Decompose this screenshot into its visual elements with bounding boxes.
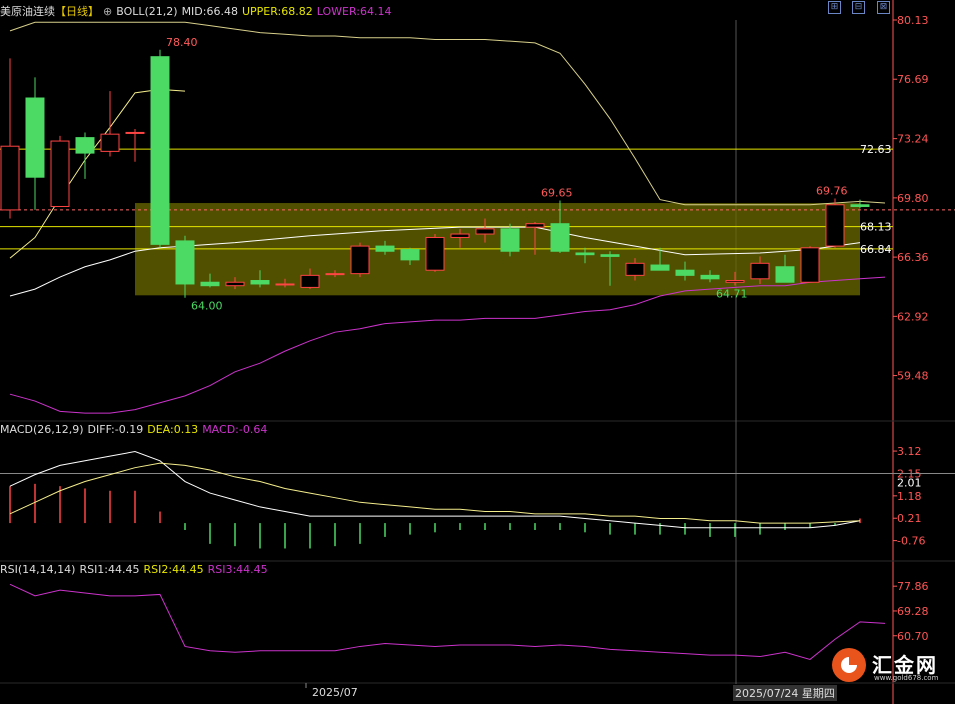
- candle-body: [25, 97, 45, 178]
- rsi-y-tick-label: 69.28: [897, 605, 929, 618]
- level-label: 68.13: [860, 221, 892, 234]
- candle-body: [600, 254, 620, 257]
- candle-body: [450, 233, 470, 238]
- extreme-label: 64.00: [191, 300, 223, 313]
- rsi-y-tick-label: 77.86: [897, 580, 929, 593]
- macd-y-tick-label: -0.76: [897, 535, 925, 548]
- y-tick-label: 73.24: [897, 133, 929, 146]
- candle-body: [525, 223, 545, 228]
- candle-body: [250, 280, 270, 285]
- extreme-label: 78.40: [166, 36, 198, 49]
- rsi-line: [9, 583, 886, 660]
- boll-upper-line: [9, 21, 886, 206]
- candle-body: [225, 281, 245, 287]
- chart-canvas: 80.13 76.69 73.24 69.80 66.36 62.92 59.48 72.63…: [0, 0, 955, 704]
- macd-dea-line: [9, 462, 861, 524]
- extreme-label: 64.71: [716, 288, 748, 301]
- candle-body: [200, 281, 220, 287]
- candle-body: [50, 140, 70, 207]
- macd-y-tick-label: 0.21: [897, 512, 922, 525]
- upper-value: UPPER:68.82: [241, 5, 313, 18]
- logo-url: www.gold678.com: [874, 674, 939, 682]
- candle-body: [725, 280, 745, 283]
- rsi-y-tick-label: 60.70: [897, 630, 929, 643]
- macd-diff: DIFF:-0.19: [87, 423, 144, 436]
- level-label: 72.63: [860, 143, 892, 156]
- extreme-label: 69.76: [816, 185, 848, 198]
- restore-icon[interactable]: ⊟: [852, 1, 865, 14]
- symbol-label[interactable]: 美原油连续: [0, 5, 55, 18]
- candle-body: [125, 131, 145, 134]
- y-tick-label: 62.92: [897, 310, 929, 323]
- main-header: 美原油连续【日线】 ⊕ BOLL(21,2) MID:66.48 UPPER:68.82…: [0, 3, 395, 19]
- candle-body: [150, 56, 170, 245]
- rsi-header: RSI(14,14,14) RSI1:44.45 RSI2:44.45 RSI3:44…: [0, 563, 272, 576]
- candle-body: [300, 274, 320, 288]
- macd-level-label: 2.01: [897, 477, 922, 490]
- y-tick-label: 66.36: [897, 251, 929, 264]
- candle-body: [700, 274, 720, 280]
- candle-body: [750, 262, 770, 280]
- candle-body: [375, 245, 395, 252]
- lower-value: LOWER:64.14: [316, 5, 392, 18]
- y-tick-label: 59.48: [897, 370, 929, 383]
- logo-icon: [832, 648, 866, 682]
- extreme-label: 69.65: [541, 186, 573, 199]
- candle-body: [775, 266, 795, 283]
- candle-body: [475, 228, 495, 235]
- candle-body: [0, 145, 20, 211]
- candle-body: [175, 240, 195, 285]
- period-label[interactable]: 【日线】: [55, 5, 99, 18]
- candle-body: [850, 204, 870, 207]
- boll-lower-line: [9, 276, 886, 414]
- y-tick-label: 69.80: [897, 192, 929, 205]
- macd-value: MACD:-0.64: [202, 423, 268, 436]
- close-icon[interactable]: ⊠: [877, 1, 890, 14]
- candle-body: [325, 273, 345, 276]
- candle-body: [550, 223, 570, 252]
- mid-value: MID:66.48: [181, 5, 238, 18]
- rsi2-value: RSI2:44.45: [143, 563, 204, 576]
- candle-body: [75, 137, 95, 154]
- macd-y-tick-label: 1.18: [897, 490, 922, 503]
- rsi3-value: RSI3:44.45: [207, 563, 268, 576]
- candle-body: [800, 247, 820, 283]
- candle-body: [100, 133, 120, 152]
- candle-body: [825, 204, 845, 247]
- x-month-label: 2025/07: [312, 686, 358, 699]
- y-tick-label: 80.13: [897, 14, 929, 27]
- brand-logo: 汇金网 www.gold678.com: [830, 645, 950, 685]
- level-label: 66.84: [860, 243, 892, 256]
- indicator-label[interactable]: BOLL(21,2): [116, 5, 177, 18]
- candle-body: [400, 249, 420, 261]
- macd-dea: DEA:0.13: [147, 423, 199, 436]
- candle-body: [675, 269, 695, 276]
- macd-header: MACD(26,12,9) DIFF:-0.19 DEA:0.13 MACD:-0.6…: [0, 423, 271, 436]
- candle-body: [350, 245, 370, 275]
- settings-icon[interactable]: ⊕: [103, 5, 112, 18]
- candle-body: [575, 252, 595, 256]
- candle-body: [650, 264, 670, 271]
- rsi1-value: RSI1:44.45: [79, 563, 140, 576]
- y-tick-label: 76.69: [897, 73, 929, 86]
- candle-body: [275, 283, 295, 286]
- candle-body: [500, 228, 520, 252]
- crosshair-date-label: 2025/07/24 星期四: [733, 685, 837, 701]
- rsi-name[interactable]: RSI(14,14,14): [0, 563, 75, 576]
- macd-diff-line: [9, 451, 861, 529]
- macd-y-tick-label: 3.12: [897, 445, 922, 458]
- candle-body: [425, 236, 445, 271]
- candle-body: [625, 262, 645, 276]
- expand-icon[interactable]: ⊞: [828, 1, 841, 14]
- macd-name[interactable]: MACD(26,12,9): [0, 423, 84, 436]
